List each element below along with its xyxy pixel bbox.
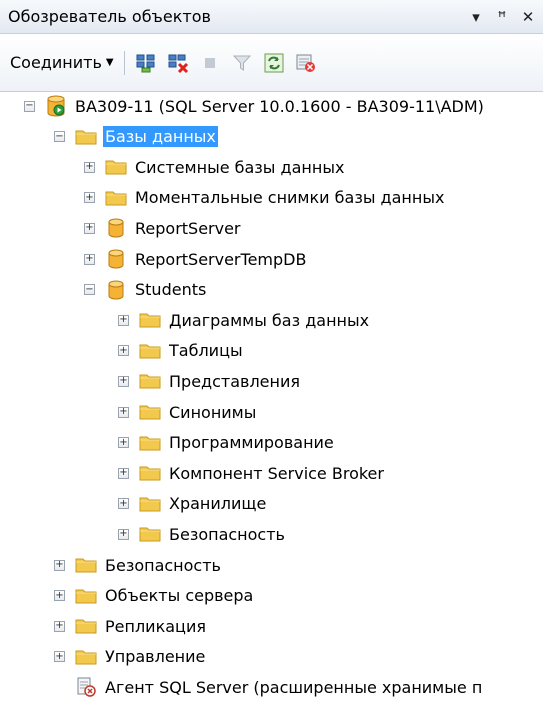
collapse-icon[interactable]: − (24, 100, 35, 112)
folder-icon (105, 188, 127, 208)
tree-node[interactable]: + Системные базы данных (84, 153, 346, 181)
folder-icon (75, 586, 97, 606)
tree-node-label[interactable]: Управление (103, 646, 207, 667)
tree-node[interactable]: + ReportServer (84, 214, 243, 242)
chevron-down-icon: ▼ (105, 57, 114, 68)
expand-icon[interactable]: + (118, 314, 129, 326)
tree-node[interactable]: + ReportServerTempDB (84, 245, 308, 273)
folder-icon (75, 647, 97, 667)
tree-node-label[interactable]: Агент SQL Server (расширенные хранимые п (103, 677, 484, 698)
filter-icon[interactable] (229, 50, 255, 76)
tree-node-label[interactable]: Объекты сервера (103, 585, 255, 606)
folder-icon (139, 402, 161, 422)
activity-monitor-icon[interactable] (293, 50, 319, 76)
folder-icon (75, 555, 97, 575)
folder-icon (75, 127, 97, 147)
database-icon (105, 218, 127, 238)
folder-icon (139, 310, 161, 330)
tree-node[interactable]: + Моментальные снимки базы данных (84, 184, 446, 212)
expand-icon[interactable]: + (84, 222, 95, 234)
expand-icon[interactable]: + (118, 406, 129, 418)
tree-node-label[interactable]: Репликация (103, 616, 208, 637)
window-position-dropdown-icon[interactable]: ▾ (465, 6, 487, 28)
server-icon (45, 95, 67, 117)
expand-icon[interactable]: + (84, 161, 95, 173)
tree-node-label[interactable]: Диаграммы баз данных (167, 310, 371, 331)
pin-icon[interactable]: ꟸ (491, 6, 513, 28)
database-icon (105, 249, 127, 269)
connect-object-explorer-icon[interactable] (133, 50, 159, 76)
folder-icon (139, 341, 161, 361)
tree-node-label[interactable]: Синонимы (167, 402, 258, 423)
tree-node-label[interactable]: BA309-11 (SQL Server 10.0.1600 - BA309-1… (73, 96, 486, 117)
disconnect-icon[interactable] (165, 50, 191, 76)
toolbar: Соединить ▼ (0, 34, 543, 92)
tree-node[interactable]: + Синонимы (118, 398, 258, 426)
folder-icon (139, 433, 161, 453)
tree-node-label[interactable]: ReportServerTempDB (133, 249, 308, 270)
expand-icon[interactable]: + (118, 345, 129, 357)
tree-node-label[interactable]: Представления (167, 371, 302, 392)
tree-node[interactable]: + Репликация (54, 612, 208, 640)
tree-node[interactable]: + Безопасность (54, 551, 223, 579)
expand-icon[interactable]: + (118, 498, 129, 510)
tree-node-label[interactable]: Базы данных (103, 126, 218, 148)
tree-node[interactable]: + Управление (54, 643, 207, 671)
close-icon[interactable]: ✕ (517, 6, 539, 28)
folder-icon (139, 371, 161, 391)
expand-icon[interactable]: + (84, 192, 95, 204)
tree-node[interactable]: − BA309-11 (SQL Server 10.0.1600 - BA309-… (24, 92, 486, 120)
panel-title: Обозреватель объектов (8, 7, 211, 26)
tree-node[interactable]: + Объекты сервера (54, 582, 255, 610)
sql-agent-icon (75, 677, 97, 698)
database-icon (105, 280, 127, 300)
folder-icon (139, 524, 161, 544)
tree-node-label[interactable]: Хранилище (167, 493, 268, 514)
connect-button[interactable]: Соединить ▼ (6, 49, 118, 76)
folder-icon (105, 157, 127, 177)
expand-icon[interactable]: + (118, 528, 129, 540)
tree-node[interactable]: + Программирование (118, 429, 336, 457)
tree-node[interactable]: + Таблицы (118, 337, 245, 365)
tree-node-label[interactable]: Системные базы данных (133, 157, 346, 178)
tree-node-label[interactable]: Безопасность (167, 524, 287, 545)
connect-label: Соединить (10, 53, 102, 72)
tree-node[interactable]: − Базы данных (54, 123, 218, 151)
expand-icon[interactable]: + (118, 467, 129, 479)
tree-node-label[interactable]: Моментальные снимки базы данных (133, 187, 446, 208)
tree-node-label[interactable]: Компонент Service Broker (167, 463, 386, 484)
object-explorer-panel: Обозреватель объектов ▾ ꟸ ✕ Соединить ▼ (0, 0, 543, 717)
tree-node[interactable]: + Хранилище (118, 490, 268, 518)
expand-icon[interactable]: + (54, 651, 65, 663)
expand-icon[interactable]: + (54, 590, 65, 602)
tree-node[interactable]: − Students (84, 276, 208, 304)
tree-node-label[interactable]: Безопасность (103, 555, 223, 576)
stop-icon[interactable] (197, 50, 223, 76)
expand-icon[interactable]: + (84, 253, 95, 265)
collapse-icon[interactable]: − (54, 131, 65, 143)
panel-title-bar: Обозреватель объектов ▾ ꟸ ✕ (0, 0, 543, 34)
tree-node[interactable]: Агент SQL Server (расширенные хранимые п (54, 673, 484, 701)
tree-node-label[interactable]: ReportServer (133, 218, 243, 239)
tree-node-label[interactable]: Программирование (167, 432, 336, 453)
expand-icon[interactable]: + (54, 559, 65, 571)
folder-icon (75, 616, 97, 636)
tree-node-label[interactable]: Students (133, 279, 208, 300)
tree-node[interactable]: + Компонент Service Broker (118, 459, 386, 487)
expand-icon[interactable]: + (54, 620, 65, 632)
expand-icon[interactable]: + (118, 437, 129, 449)
tree-node[interactable]: + Диаграммы баз данных (118, 306, 371, 334)
tree-node[interactable]: + Представления (118, 367, 302, 395)
toolbar-separator (123, 50, 125, 75)
folder-icon (139, 494, 161, 514)
expand-icon[interactable]: + (118, 375, 129, 387)
collapse-icon[interactable]: − (84, 284, 95, 296)
refresh-icon[interactable] (261, 50, 287, 76)
tree-node[interactable]: + Безопасность (118, 520, 287, 548)
folder-icon (139, 463, 161, 483)
tree-node-label[interactable]: Таблицы (167, 340, 245, 361)
